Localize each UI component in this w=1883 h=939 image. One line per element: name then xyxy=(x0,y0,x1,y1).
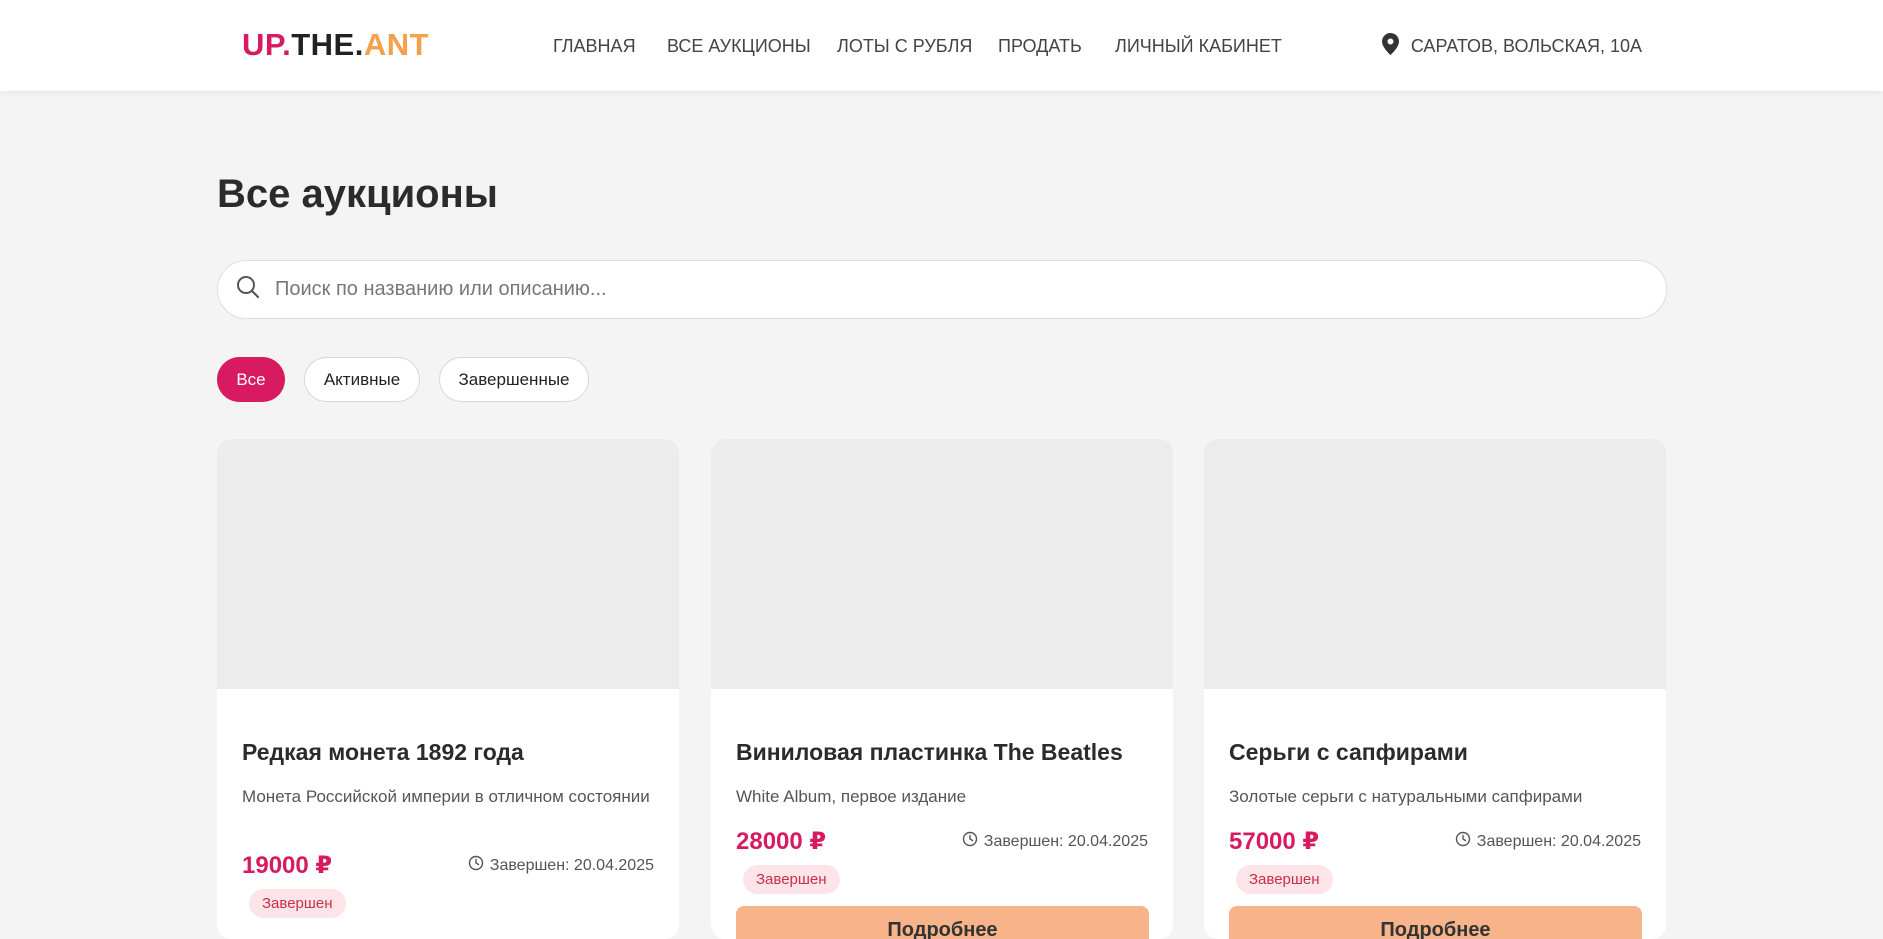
card-date-text: Завершен: 20.04.2025 xyxy=(489,856,654,874)
site-logo[interactable]: UP.THE.ANT xyxy=(242,27,429,63)
card-image-placeholder xyxy=(1204,439,1666,689)
clock-icon xyxy=(1455,831,1477,852)
card-title: Редкая монета 1892 года xyxy=(242,739,524,765)
search-bar[interactable] xyxy=(217,260,1667,319)
auction-card[interactable]: Виниловая пластинка The Beatles White Al… xyxy=(711,439,1173,939)
details-button[interactable]: Подробнее xyxy=(736,906,1149,939)
logo-part-the: THE. xyxy=(291,27,364,62)
card-description: White Album, первое издание xyxy=(736,787,967,806)
location: САРАТОВ, ВОЛЬСКАЯ, 10А xyxy=(1381,33,1642,60)
card-date-text: Завершен: 20.04.2025 xyxy=(1476,832,1641,850)
nav-item-home[interactable]: ГЛАВНАЯ xyxy=(553,36,636,57)
card-price: 28000 ₽ xyxy=(736,828,827,855)
nav-item-account[interactable]: ЛИЧНЫЙ КАБИНЕТ xyxy=(1115,36,1282,57)
logo-part-ant: ANT xyxy=(363,27,430,62)
site-header: UP.THE.ANT ГЛАВНАЯ ВСЕ АУКЦИОНЫ ЛОТЫ С Р… xyxy=(0,0,1883,91)
location-text: САРАТОВ, ВОЛЬСКАЯ, 10А xyxy=(1410,36,1642,56)
clock-icon xyxy=(468,855,490,876)
filter-finished[interactable]: Завершенные xyxy=(439,357,589,402)
card-date: Завершен: 20.04.2025 xyxy=(962,831,1148,852)
filter-all[interactable]: Все xyxy=(217,357,285,402)
details-button[interactable]: Подробнее xyxy=(1229,906,1642,939)
status-badge: Завершен xyxy=(249,889,346,918)
card-description: Золотые серьги с натуральными сапфирами xyxy=(1229,787,1583,806)
search-icon xyxy=(218,274,275,305)
page-title: Все аукционы xyxy=(217,172,498,216)
card-date: Завершен: 20.04.2025 xyxy=(1455,831,1641,852)
card-price: 57000 ₽ xyxy=(1229,828,1320,855)
card-date: Завершен: 20.04.2025 xyxy=(468,855,654,876)
map-pin-icon xyxy=(1381,33,1411,60)
logo-part-up: UP. xyxy=(242,27,292,62)
card-date-text: Завершен: 20.04.2025 xyxy=(983,832,1148,850)
status-badge: Завершен xyxy=(743,865,840,894)
status-badge: Завершен xyxy=(1236,865,1333,894)
card-title: Виниловая пластинка The Beatles xyxy=(736,739,1123,765)
nav-item-lots-from-ruble[interactable]: ЛОТЫ С РУБЛЯ xyxy=(837,36,972,57)
auction-card[interactable]: Серьги с сапфирами Золотые серьги с нату… xyxy=(1204,439,1666,939)
nav-item-sell[interactable]: ПРОДАТЬ xyxy=(998,36,1082,57)
card-title: Серьги с сапфирами xyxy=(1229,739,1468,765)
nav-item-all-auctions[interactable]: ВСЕ АУКЦИОНЫ xyxy=(667,36,811,57)
card-image-placeholder xyxy=(711,439,1173,689)
card-price: 19000 ₽ xyxy=(242,852,333,879)
clock-icon xyxy=(962,831,984,852)
card-description: Монета Российской империи в отличном сос… xyxy=(242,787,650,806)
card-image-placeholder xyxy=(217,439,679,689)
auction-card[interactable]: Редкая монета 1892 года Монета Российско… xyxy=(217,439,679,939)
card-meta: 28000 ₽ Завершен: 20.04.2025 xyxy=(736,827,1148,856)
search-input[interactable] xyxy=(275,278,1575,301)
card-meta: 57000 ₽ Завершен: 20.04.2025 xyxy=(1229,827,1641,856)
filter-active[interactable]: Активные xyxy=(304,357,420,402)
card-meta: 19000 ₽ Завершен: 20.04.2025 xyxy=(242,851,654,880)
